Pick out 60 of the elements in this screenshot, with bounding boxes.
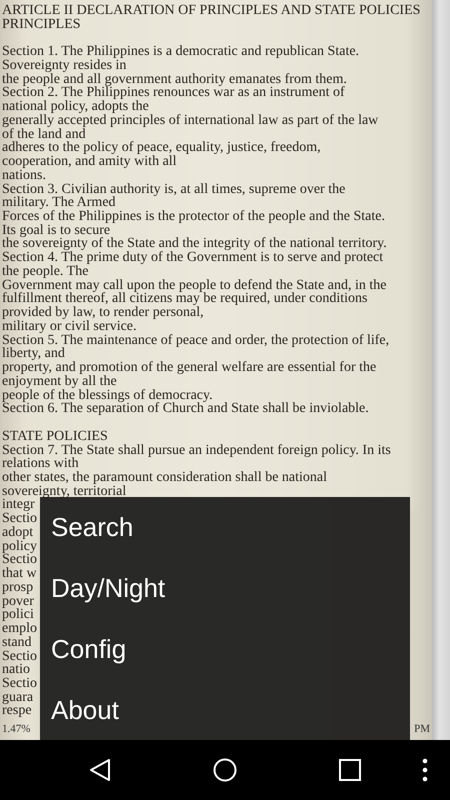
text-line: Section 6. The separation of Church and State shall be inviolable. [2,402,369,416]
text-line: the sovereignty of the State and the integrity of the national territory. [2,237,387,252]
text-line: military or civil service. [2,320,137,334]
text-line: military. The Armed [2,196,116,210]
text-line: enjoyment by all the [2,374,117,389]
text-line: nations. [2,168,46,183]
text-line: national policy, adopts the [2,100,149,114]
text-line: prosp [2,580,34,595]
text-line: emplo [2,622,37,636]
clock-text: PM [414,722,430,736]
text-line: Sectio [2,512,37,526]
text-line: natio [2,663,30,677]
menu-item[interactable]: Day/Night [40,558,410,618]
text-line: Sectio [2,676,37,691]
text-line: PRINCIPLES [2,18,81,32]
more-options-icon[interactable] [421,758,429,782]
text-line: integr [2,498,35,512]
recents-icon[interactable] [339,759,361,781]
text-line: Section 1. The Philippines is a democratic and republican State. [2,45,360,59]
text-line: people of the blessings of democracy. [2,388,213,402]
text-line: of the land and [2,128,86,142]
text-line: Section 2. The Philippines renounces war as an instrument of [2,86,345,100]
text-line: policy [2,540,37,554]
text-line: Section 4. The prime duty of the Government is to serve and protect [2,251,384,265]
back-icon[interactable] [89,758,111,782]
text-line: other states, the paramount consideration shall be national [2,470,328,485]
text-line: cooperation, and amity with all [2,155,177,169]
text-line: Sectio [2,650,37,664]
text-line: generally accepted principles of international law as part of the law [2,114,378,128]
text-line: pover [2,594,34,608]
text-line: adopt [2,526,34,540]
home-icon[interactable] [213,758,237,782]
text-line: guara [2,690,34,704]
text-line: Forces of the Philippines is the protector of the people and the State. [2,210,385,224]
menu-item[interactable]: Config [40,618,410,680]
menu-item[interactable]: Search [40,497,410,558]
text-line: relations with [2,457,79,471]
text-line: the people and all government authority emanates from them. [2,72,347,86]
text-line: the people. The [2,264,88,279]
text-line: Section 7. The State shall pursue an independent foreign policy. In its [2,444,391,458]
text-line: ARTICLE II DECLARATION OF PRINCIPLES AND STATE POLICIES [2,4,420,18]
menu-item[interactable]: About [40,679,410,740]
text-line: adheres to the policy of peace, equality, justice, freedom, [2,141,321,156]
text-line: Sovereignty resides in [2,58,126,73]
text-line: Section 3. Civilian authority is, at all times, supreme over the [2,182,346,196]
text-line: Its goal is to secure [2,224,110,238]
text-line: that w [2,567,37,581]
text-line: provided by law, to render personal, [2,306,204,320]
text-line: stand [2,636,32,650]
text-line: property, and promotion of the general welfare are essential for the [2,361,376,375]
text-line: respe [2,704,32,718]
text-line: polici [2,608,34,622]
text-line: Sectio [2,553,37,568]
text-line: Section 5. The maintenance of peace and order, the protection of life, [2,334,390,348]
progress-percent: 1.47% [2,722,30,736]
text-line: fulfillment thereof, all citizens may be required, under conditions [2,292,368,306]
text-line: STATE POLICIES [2,430,108,444]
text-line: sovereignty, territorial [2,484,126,498]
text-line: Government may call upon the people to defend the State and, in the [2,278,386,292]
text-line: liberty, and [2,347,65,362]
